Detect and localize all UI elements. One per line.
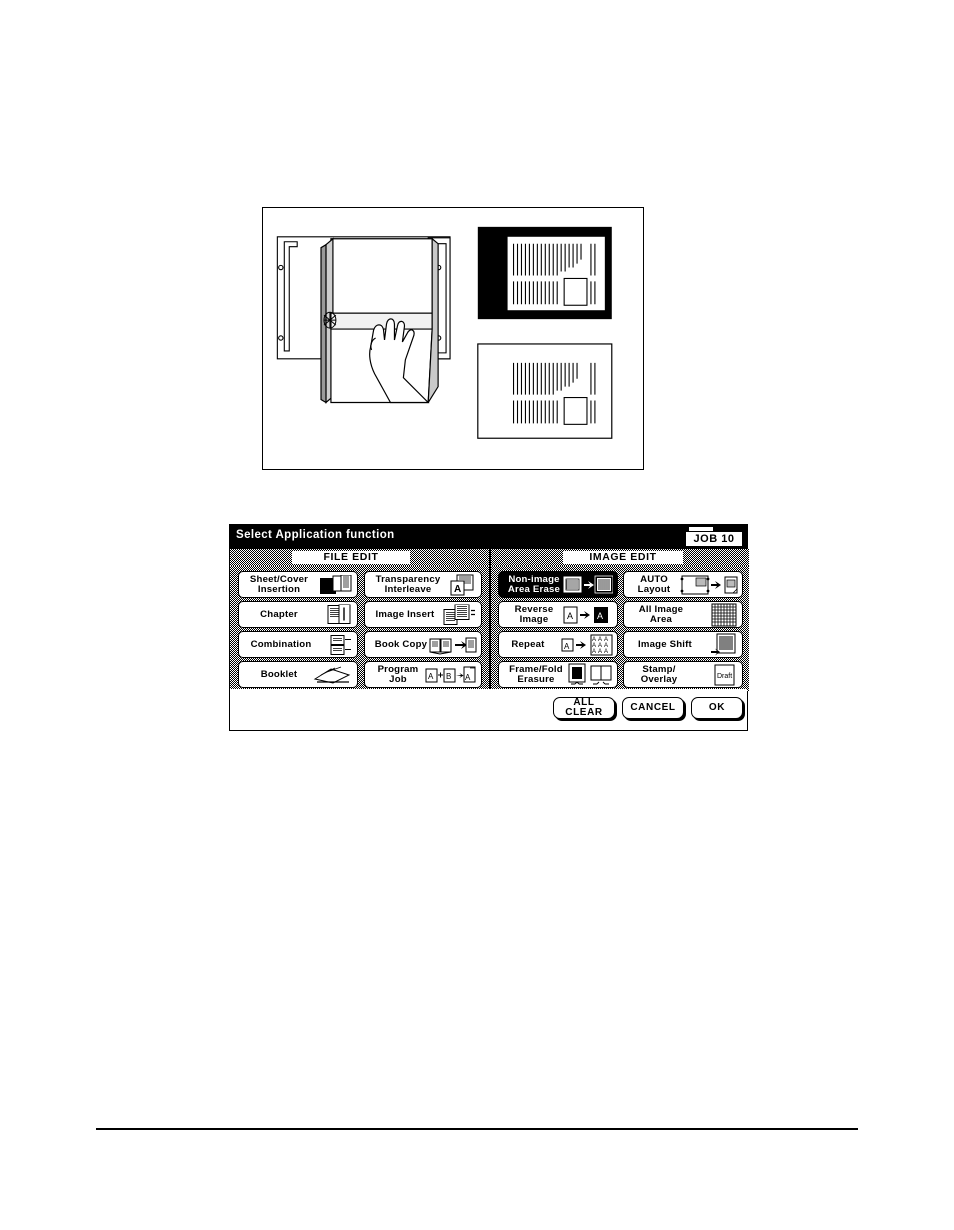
svg-text:A: A xyxy=(454,584,461,595)
tab-image-edit[interactable]: IMAGE EDIT xyxy=(489,549,749,566)
panel-footer: ALL CLEAR CANCEL OK xyxy=(230,689,747,730)
image-edit-panel: Non-image Area Erase Reverse Image A A R… xyxy=(489,566,749,691)
button-chapter[interactable]: Chapter xyxy=(238,601,358,628)
button-booklet-label: Booklet xyxy=(260,668,298,680)
sample-with-black-border xyxy=(477,226,612,320)
image-insert-icon xyxy=(443,604,477,625)
button-transparency-interleave-label: Transparency Interleave xyxy=(375,573,441,595)
chapter-icon xyxy=(327,604,353,625)
button-book-copy-label: Book Copy xyxy=(374,638,428,650)
booklet-icon xyxy=(313,665,353,685)
svg-text:A: A xyxy=(465,673,471,682)
sheet-cover-icon xyxy=(319,574,353,595)
svg-text:A: A xyxy=(598,643,602,649)
all-clear-button[interactable]: ALL CLEAR xyxy=(553,697,615,719)
svg-text:A: A xyxy=(592,649,596,655)
tab-image-edit-label: IMAGE EDIT xyxy=(563,551,683,564)
button-reverse-image-label: Reverse Image xyxy=(514,603,554,625)
svg-text:A: A xyxy=(597,611,603,621)
all-image-area-icon xyxy=(710,603,738,627)
file-edit-panel: Sheet/Cover Insertion Chapter Combinatio… xyxy=(230,566,489,691)
auto-layout-icon xyxy=(680,574,738,596)
reverse-image-icon: A A xyxy=(563,605,613,625)
button-book-copy[interactable]: Book Copy xyxy=(364,631,482,658)
stamp-overlay-icon: Draft xyxy=(712,664,738,686)
svg-text:A: A xyxy=(604,637,608,643)
svg-text:A: A xyxy=(598,649,602,655)
button-all-image-area[interactable]: All Image Area xyxy=(623,601,743,628)
button-image-insert[interactable]: Image Insert xyxy=(364,601,482,628)
frame-fold-icon xyxy=(567,663,613,687)
page-footer-rule xyxy=(96,1128,858,1130)
button-frame-fold-erasure-label: Frame/Fold Erasure xyxy=(509,663,563,685)
function-key-area: Sheet/Cover Insertion Chapter Combinatio… xyxy=(230,566,749,691)
job-badge[interactable]: JOB 10 xyxy=(685,527,743,547)
cancel-button[interactable]: CANCEL xyxy=(622,697,684,719)
repeat-icon: A AAA AAA AAA xyxy=(561,634,613,656)
panel-title: Select Application function xyxy=(236,529,395,541)
button-reverse-image[interactable]: Reverse Image A A xyxy=(498,601,618,628)
button-combination-label: Combination xyxy=(250,638,312,650)
button-program-job[interactable]: Program Job A B A xyxy=(364,661,482,688)
button-non-image-area-erase[interactable]: Non-image Area Erase xyxy=(498,571,618,598)
button-sheet-cover-insertion-label: Sheet/Cover Insertion xyxy=(249,573,309,595)
button-sheet-cover-insertion[interactable]: Sheet/Cover Insertion xyxy=(238,571,358,598)
button-transparency-interleave[interactable]: Transparency Interleave A xyxy=(364,571,482,598)
svg-text:A: A xyxy=(428,672,434,681)
button-booklet[interactable]: Booklet xyxy=(238,661,358,688)
program-job-icon: A B A xyxy=(425,665,477,685)
non-image-area-erase-icon xyxy=(563,575,613,595)
instruction-illustration xyxy=(262,207,644,470)
button-frame-fold-erasure[interactable]: Frame/Fold Erasure xyxy=(498,661,618,688)
button-combination[interactable]: Combination xyxy=(238,631,358,658)
svg-text:A: A xyxy=(567,611,573,621)
image-shift-icon xyxy=(710,633,738,657)
job-label: JOB 10 xyxy=(693,533,735,545)
combination-icon xyxy=(323,634,353,655)
button-chapter-label: Chapter xyxy=(260,608,298,620)
button-auto-layout[interactable]: AUTO Layout xyxy=(623,571,743,598)
tab-file-edit-label: FILE EDIT xyxy=(292,551,410,564)
panel-titlebar: Select Application function JOB 10 xyxy=(230,525,747,549)
button-all-image-area-label: All Image Area xyxy=(638,603,684,625)
button-image-insert-label: Image Insert xyxy=(375,608,435,620)
copier-touch-panel: Select Application function JOB 10 FILE … xyxy=(229,524,749,731)
book-copy-icon xyxy=(429,635,477,655)
svg-text:A: A xyxy=(604,649,608,655)
sample-without-black-border xyxy=(477,343,613,439)
button-stamp-overlay-label: Stamp/ Overlay xyxy=(640,663,678,685)
button-program-job-label: Program Job xyxy=(377,663,419,685)
transparency-icon: A xyxy=(449,574,477,596)
tab-file-edit[interactable]: FILE EDIT xyxy=(230,549,489,566)
button-image-shift-label: Image Shift xyxy=(638,638,692,650)
stamp-overlay-icon-text: Draft xyxy=(717,673,732,680)
button-repeat[interactable]: Repeat A AAA AAA AAA xyxy=(498,631,618,658)
button-stamp-overlay[interactable]: Stamp/ Overlay Draft xyxy=(623,661,743,688)
svg-text:A: A xyxy=(592,637,596,643)
illustration-graphic xyxy=(263,208,643,469)
button-auto-layout-label: AUTO Layout xyxy=(637,573,671,595)
svg-text:A: A xyxy=(604,643,608,649)
button-repeat-label: Repeat xyxy=(511,638,545,650)
svg-text:A: A xyxy=(598,637,602,643)
svg-text:A: A xyxy=(564,642,570,651)
button-non-image-area-erase-label: Non-image Area Erase xyxy=(507,573,561,595)
svg-text:A: A xyxy=(592,643,596,649)
job-box: JOB 10 xyxy=(685,531,743,547)
svg-text:B: B xyxy=(446,672,451,681)
ok-button[interactable]: OK xyxy=(691,697,743,719)
section-tab-row: FILE EDIT IMAGE EDIT xyxy=(230,549,749,566)
button-image-shift[interactable]: Image Shift xyxy=(623,631,743,658)
